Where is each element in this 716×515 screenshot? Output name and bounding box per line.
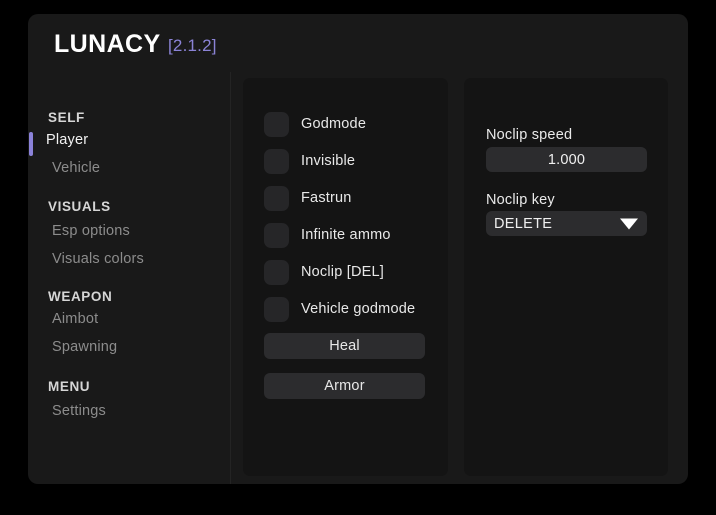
checkbox-label-infinite-ammo: Infinite ammo	[301, 227, 391, 243]
application-window: LUNACY [2.1.2] SELF Player Vehicle VISUA…	[28, 14, 688, 484]
sidebar-item-aimbot[interactable]: Aimbot	[52, 311, 98, 327]
active-item-indicator	[29, 132, 33, 156]
sidebar-item-vehicle[interactable]: Vehicle	[52, 160, 100, 176]
checkbox-row-godmode[interactable]: Godmode	[264, 111, 366, 137]
sidebar-item-visuals-colors[interactable]: Visuals colors	[52, 251, 144, 267]
checkbox-infinite-ammo[interactable]	[264, 222, 289, 248]
heal-button[interactable]: Heal	[264, 333, 425, 359]
checkbox-label-invisible: Invisible	[301, 153, 356, 169]
checkbox-row-fastrun[interactable]: Fastrun	[264, 185, 352, 211]
checkbox-label-godmode: Godmode	[301, 116, 367, 132]
sidebar-section-visuals: VISUALS	[48, 199, 111, 214]
sidebar: SELF Player Vehicle VISUALS Esp options …	[28, 72, 231, 484]
checkbox-invisible[interactable]	[264, 148, 289, 174]
sidebar-divider	[230, 72, 231, 484]
sidebar-item-esp-options[interactable]: Esp options	[52, 223, 130, 239]
noclip-speed-label: Noclip speed	[486, 127, 573, 143]
chevron-down-icon	[620, 218, 638, 229]
checkbox-vehicle-godmode[interactable]	[264, 296, 289, 322]
armor-button[interactable]: Armor	[264, 373, 425, 399]
checkbox-row-invisible[interactable]: Invisible	[264, 148, 355, 174]
checkbox-row-infinite-ammo[interactable]: Infinite ammo	[264, 222, 391, 248]
settings-panel: Noclip speed 1.000 Noclip key DELETE	[464, 78, 668, 476]
page-title: LUNACY	[54, 30, 161, 58]
noclip-speed-input[interactable]: 1.000	[486, 147, 647, 172]
toggles-panel: Godmode Invisible Fastrun Infinite ammo …	[243, 78, 448, 476]
noclip-key-dropdown[interactable]: DELETE	[486, 211, 647, 236]
sidebar-item-spawning[interactable]: Spawning	[52, 339, 117, 355]
sidebar-section-self: SELF	[48, 110, 85, 125]
noclip-key-value: DELETE	[494, 215, 553, 232]
sidebar-item-player[interactable]: Player	[46, 132, 88, 148]
checkbox-row-vehicle-godmode[interactable]: Vehicle godmode	[264, 296, 415, 322]
checkbox-label-fastrun: Fastrun	[301, 190, 352, 206]
sidebar-section-menu: MENU	[48, 379, 91, 394]
checkbox-noclip[interactable]	[264, 259, 289, 285]
titlebar: LUNACY [2.1.2]	[28, 14, 688, 72]
version-badge: [2.1.2]	[168, 36, 217, 55]
sidebar-item-settings[interactable]: Settings	[52, 403, 106, 419]
checkbox-label-noclip: Noclip [DEL]	[301, 264, 384, 280]
checkbox-row-noclip[interactable]: Noclip [DEL]	[264, 259, 384, 285]
checkbox-fastrun[interactable]	[264, 185, 289, 211]
checkbox-label-vehicle-godmode: Vehicle godmode	[301, 301, 416, 317]
sidebar-section-weapon: WEAPON	[48, 289, 113, 304]
checkbox-godmode[interactable]	[264, 111, 289, 137]
noclip-key-label: Noclip key	[486, 192, 555, 208]
